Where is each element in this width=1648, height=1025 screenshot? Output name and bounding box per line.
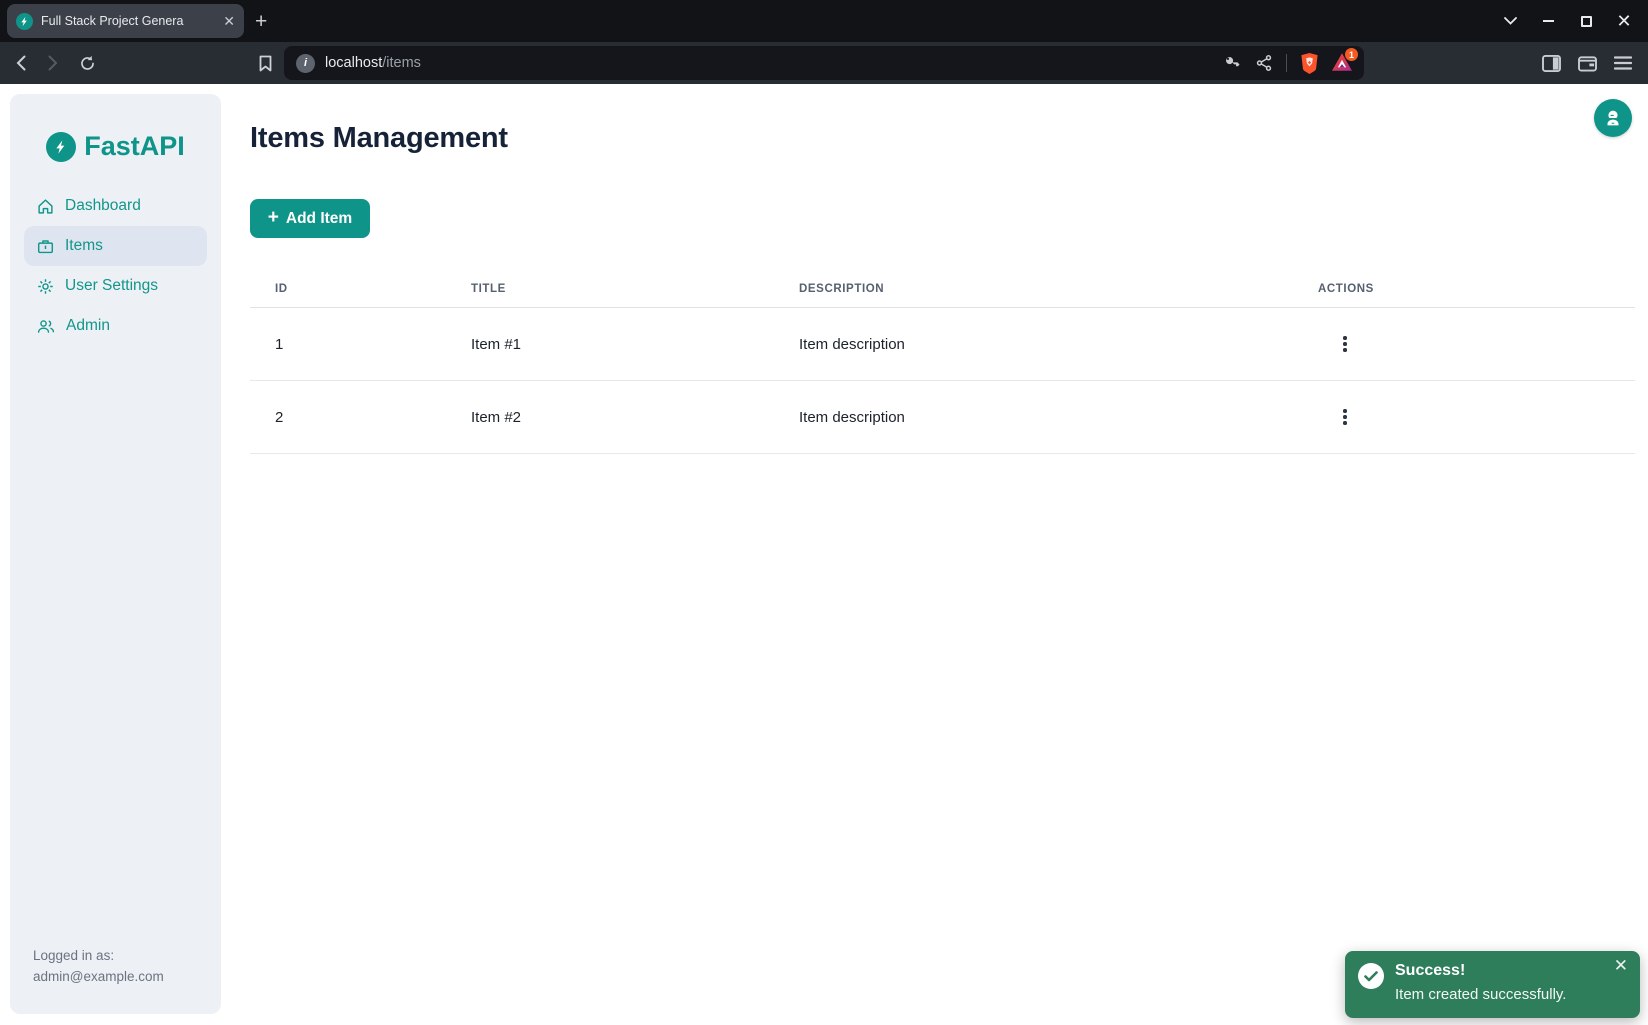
app-logo: FastAPI bbox=[10, 94, 221, 162]
sidebar-nav: Dashboard Items User Settings Admin bbox=[24, 186, 207, 346]
share-icon[interactable] bbox=[1255, 54, 1273, 72]
sidebar-item-items[interactable]: Items bbox=[24, 226, 207, 266]
tab-title: Full Stack Project Genera bbox=[41, 14, 209, 28]
briefcase-icon bbox=[37, 238, 54, 255]
logged-in-info: Logged in as: admin@example.com bbox=[33, 945, 164, 987]
users-icon bbox=[37, 318, 55, 334]
gear-icon bbox=[37, 278, 54, 295]
new-tab-button[interactable]: + bbox=[255, 11, 267, 32]
back-button-icon[interactable] bbox=[8, 50, 34, 76]
page-title: Items Management bbox=[250, 122, 1635, 155]
sidebar-toggle-icon[interactable] bbox=[1542, 55, 1561, 72]
table-row: 2 Item #2 Item description bbox=[250, 381, 1635, 454]
browser-window: Full Stack Project Genera ✕ + ✕ i bbox=[0, 0, 1648, 1025]
logged-in-email: admin@example.com bbox=[33, 966, 164, 987]
brave-rewards-icon[interactable]: 1 bbox=[1332, 53, 1352, 73]
sidebar-item-admin[interactable]: Admin bbox=[24, 306, 207, 346]
table-body: 1 Item #1 Item description 2 Item #2 Ite… bbox=[250, 308, 1635, 454]
rewards-badge: 1 bbox=[1345, 48, 1358, 61]
column-header-title: TITLE bbox=[471, 283, 799, 295]
minimize-button[interactable] bbox=[1540, 13, 1556, 29]
fastapi-logo-icon bbox=[46, 132, 76, 162]
sidebar-item-user-settings[interactable]: User Settings bbox=[24, 266, 207, 306]
items-table: ID TITLE DESCRIPTION ACTIONS 1 Item #1 I… bbox=[250, 270, 1635, 454]
cell-id: 2 bbox=[250, 409, 471, 426]
tab-search-icon[interactable] bbox=[1502, 13, 1518, 29]
forward-button-icon[interactable] bbox=[40, 50, 66, 76]
tab-strip: Full Stack Project Genera ✕ + ✕ bbox=[0, 0, 1648, 42]
row-actions-kebab-icon[interactable] bbox=[1332, 404, 1358, 430]
menu-hamburger-icon[interactable] bbox=[1614, 56, 1632, 70]
logged-in-label: Logged in as: bbox=[33, 945, 164, 966]
home-icon bbox=[37, 198, 54, 215]
row-actions-kebab-icon[interactable] bbox=[1332, 331, 1358, 357]
success-toast: Success! Item created successfully. ✕ bbox=[1345, 951, 1640, 1018]
toolbar-separator bbox=[1286, 54, 1287, 72]
toolbar-right-icons bbox=[1542, 55, 1632, 72]
fastapi-favicon-icon bbox=[16, 13, 33, 30]
column-header-actions: ACTIONS bbox=[1318, 283, 1635, 295]
close-window-button[interactable]: ✕ bbox=[1616, 13, 1632, 29]
app-sidebar: FastAPI Dashboard Items User Settings bbox=[10, 94, 221, 1014]
site-info-icon[interactable]: i bbox=[296, 54, 315, 73]
bookmark-icon[interactable] bbox=[252, 50, 278, 76]
reload-button-icon[interactable] bbox=[74, 50, 100, 76]
browser-toolbar: i localhost/items bbox=[0, 42, 1648, 84]
password-key-icon[interactable] bbox=[1222, 53, 1242, 73]
main-content: Items Management + Add Item ID TITLE DES… bbox=[250, 122, 1635, 454]
window-controls: ✕ bbox=[1502, 13, 1632, 29]
sidebar-item-label: Admin bbox=[66, 317, 110, 335]
app-logo-text: FastAPI bbox=[84, 131, 185, 162]
sidebar-item-label: Dashboard bbox=[65, 197, 141, 215]
cell-description: Item description bbox=[799, 336, 1318, 353]
add-item-button-label: Add Item bbox=[286, 210, 352, 228]
column-header-description: DESCRIPTION bbox=[799, 283, 1318, 295]
user-avatar-button[interactable] bbox=[1594, 99, 1632, 137]
tab-title-fade bbox=[190, 4, 216, 38]
url-path: /items bbox=[382, 55, 421, 71]
add-item-button[interactable]: + Add Item bbox=[250, 199, 370, 238]
cell-title: Item #2 bbox=[471, 409, 799, 426]
cell-description: Item description bbox=[799, 409, 1318, 426]
url-text[interactable]: localhost/items bbox=[325, 55, 421, 71]
column-header-id: ID bbox=[250, 283, 471, 295]
cell-title: Item #1 bbox=[471, 336, 799, 353]
toast-close-icon[interactable]: ✕ bbox=[1614, 957, 1628, 974]
toast-title: Success! bbox=[1395, 962, 1465, 980]
cell-id: 1 bbox=[250, 336, 471, 353]
success-check-icon bbox=[1358, 963, 1384, 989]
browser-tab[interactable]: Full Stack Project Genera ✕ bbox=[7, 4, 244, 38]
table-header-row: ID TITLE DESCRIPTION ACTIONS bbox=[250, 270, 1635, 308]
wallet-icon[interactable] bbox=[1578, 55, 1597, 72]
sidebar-item-label: User Settings bbox=[65, 277, 158, 295]
brave-shield-icon[interactable] bbox=[1300, 53, 1319, 74]
toast-message: Item created successfully. bbox=[1395, 986, 1566, 1003]
user-avatar-icon bbox=[1602, 107, 1624, 129]
url-host: localhost bbox=[325, 55, 382, 71]
sidebar-item-label: Items bbox=[65, 237, 103, 255]
sidebar-item-dashboard[interactable]: Dashboard bbox=[24, 186, 207, 226]
address-bar[interactable]: i localhost/items bbox=[284, 46, 1364, 80]
table-row: 1 Item #1 Item description bbox=[250, 308, 1635, 381]
tab-close-icon[interactable]: ✕ bbox=[223, 14, 235, 28]
plus-icon: + bbox=[268, 208, 279, 227]
maximize-button[interactable] bbox=[1578, 13, 1594, 29]
